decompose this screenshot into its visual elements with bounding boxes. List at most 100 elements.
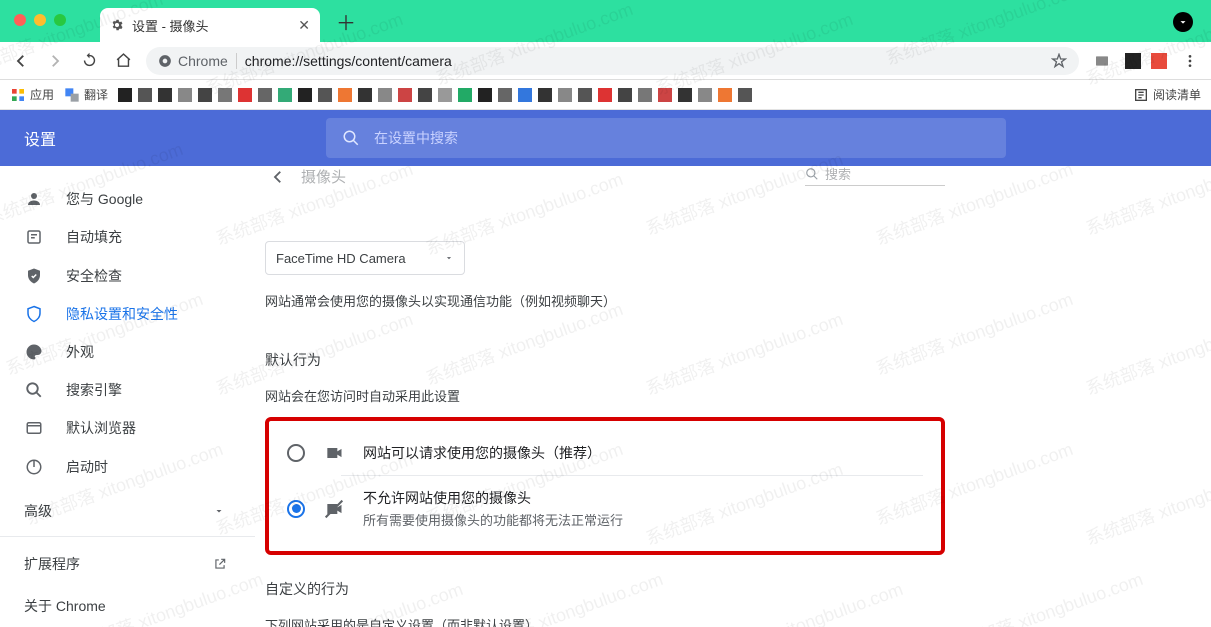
reading-list-button[interactable]: 阅读清单 — [1133, 86, 1201, 103]
bookmark-item[interactable] — [738, 88, 752, 102]
custom-behavior-title: 自定义的行为 — [265, 579, 945, 599]
bookmark-item[interactable] — [158, 88, 172, 102]
menu-button[interactable] — [1179, 53, 1201, 69]
bookmark-item[interactable] — [718, 88, 732, 102]
bookmark-item[interactable] — [198, 88, 212, 102]
bookmark-item[interactable] — [178, 88, 192, 102]
bookmark-item[interactable] — [638, 88, 652, 102]
sidebar-label: 自动填充 — [66, 227, 122, 247]
profile-button[interactable] — [1173, 12, 1193, 32]
sidebar-item-privacy-security[interactable]: 隐私设置和安全性 — [0, 295, 243, 333]
maximize-window-button[interactable] — [54, 14, 66, 26]
window-tabbar: 设置 - 摄像头 ✕ ＋ — [0, 0, 1211, 42]
bookmark-item[interactable] — [398, 88, 412, 102]
bookmark-item[interactable] — [278, 88, 292, 102]
bookmark-item[interactable] — [438, 88, 452, 102]
home-button[interactable] — [112, 52, 134, 69]
bookmark-item[interactable] — [658, 88, 672, 102]
close-tab-button[interactable]: ✕ — [298, 17, 310, 34]
apps-bookmark[interactable]: 应用 — [10, 86, 54, 103]
dropdown-arrow-icon — [444, 253, 454, 263]
bookmark-favicons — [118, 88, 1123, 102]
browser-tab[interactable]: 设置 - 摄像头 ✕ — [100, 8, 320, 42]
bookmark-item[interactable] — [558, 88, 572, 102]
sidebar-item-appearance[interactable]: 外观 — [0, 333, 243, 371]
bookmark-item[interactable] — [418, 88, 432, 102]
option-block-row[interactable]: 不允许网站使用您的摄像头 所有需要使用摄像头的功能都将无法正常运行 — [269, 476, 941, 541]
bookmark-item[interactable] — [138, 88, 152, 102]
reader-mode-icon[interactable] — [1091, 53, 1113, 69]
url-text: chrome://settings/content/camera — [245, 53, 452, 69]
translate-label: 翻译 — [84, 86, 108, 103]
bookmark-item[interactable] — [378, 88, 392, 102]
camera-device-select[interactable]: FaceTime HD Camera — [265, 241, 465, 275]
option-allow-row[interactable]: 网站可以请求使用您的摄像头（推荐） — [269, 431, 941, 475]
sidebar-item-safety-check[interactable]: 安全检查 — [0, 256, 243, 294]
sidebar-item-you-and-google[interactable]: 您与 Google — [0, 180, 243, 218]
reload-button[interactable] — [78, 52, 100, 69]
bookmark-item[interactable] — [318, 88, 332, 102]
default-behavior-desc: 网站会在您访问时自动采用此设置 — [265, 386, 945, 405]
browser-icon — [24, 419, 44, 437]
extension-icon[interactable] — [1151, 53, 1167, 69]
address-bar[interactable]: Chrome chrome://settings/content/camera — [146, 47, 1079, 75]
bookmark-item[interactable] — [698, 88, 712, 102]
bookmark-star-button[interactable] — [1051, 53, 1067, 69]
bookmark-item[interactable] — [598, 88, 612, 102]
radio-allow[interactable] — [287, 444, 305, 462]
bookmark-item[interactable] — [478, 88, 492, 102]
bookmark-item[interactable] — [358, 88, 372, 102]
sidebar-label: 外观 — [66, 342, 94, 362]
bookmark-item[interactable] — [298, 88, 312, 102]
bookmark-item[interactable] — [578, 88, 592, 102]
sidebar-item-search-engine[interactable]: 搜索引擎 — [0, 371, 243, 409]
bookmark-item[interactable] — [498, 88, 512, 102]
settings-search-input[interactable] — [374, 130, 990, 146]
apps-label: 应用 — [30, 86, 54, 103]
crumb-title: 摄像头 — [301, 166, 346, 187]
sidebar-advanced-toggle[interactable]: 高级 — [0, 492, 255, 530]
bookmark-item[interactable] — [678, 88, 692, 102]
bookmark-item[interactable] — [118, 88, 132, 102]
sidebar-label: 隐私设置和安全性 — [66, 304, 178, 324]
bookmark-item[interactable] — [538, 88, 552, 102]
bookmark-item[interactable] — [458, 88, 472, 102]
person-icon — [24, 190, 44, 208]
extension-icons — [1125, 53, 1167, 69]
sidebar-label: 您与 Google — [66, 189, 143, 209]
settings-search[interactable] — [326, 118, 1006, 158]
back-button[interactable] — [10, 52, 32, 70]
sidebar-item-default-browser[interactable]: 默认浏览器 — [0, 409, 243, 447]
tab-title: 设置 - 摄像头 — [132, 16, 209, 35]
sidebar-about-link[interactable]: 关于 Chrome — [0, 585, 255, 627]
bookmark-item[interactable] — [518, 88, 532, 102]
inline-search[interactable]: 搜索 — [805, 166, 945, 186]
minimize-window-button[interactable] — [34, 14, 46, 26]
search-icon — [342, 129, 360, 147]
about-label: 关于 Chrome — [24, 596, 106, 616]
sidebar-label: 启动时 — [66, 457, 108, 477]
extension-icon[interactable] — [1125, 53, 1141, 69]
bookmark-item[interactable] — [618, 88, 632, 102]
translate-bookmark[interactable]: 翻译 — [64, 86, 108, 103]
new-tab-button[interactable]: ＋ — [336, 7, 356, 36]
chevron-down-icon — [213, 505, 225, 517]
back-arrow-button[interactable] — [269, 168, 287, 186]
palette-icon — [24, 343, 44, 361]
page-breadcrumb: 摄像头 搜索 — [265, 166, 945, 191]
window-controls — [14, 14, 66, 26]
bookmark-item[interactable] — [338, 88, 352, 102]
sidebar-item-on-startup[interactable]: 启动时 — [0, 448, 243, 486]
camera-usage-description: 网站通常会使用您的摄像头以实现通信功能（例如视频聊天） — [265, 291, 945, 310]
bookmark-item[interactable] — [218, 88, 232, 102]
forward-button[interactable] — [44, 52, 66, 70]
bookmark-item[interactable] — [238, 88, 252, 102]
bookmark-item[interactable] — [258, 88, 272, 102]
site-info-button[interactable]: Chrome — [158, 53, 237, 69]
radio-block[interactable] — [287, 500, 305, 518]
option-block-sublabel: 所有需要使用摄像头的功能都将无法正常运行 — [363, 510, 623, 529]
close-window-button[interactable] — [14, 14, 26, 26]
sidebar-item-autofill[interactable]: 自动填充 — [0, 218, 243, 256]
omni-origin-text: Chrome — [178, 53, 228, 69]
sidebar-extensions-link[interactable]: 扩展程序 — [0, 543, 255, 585]
